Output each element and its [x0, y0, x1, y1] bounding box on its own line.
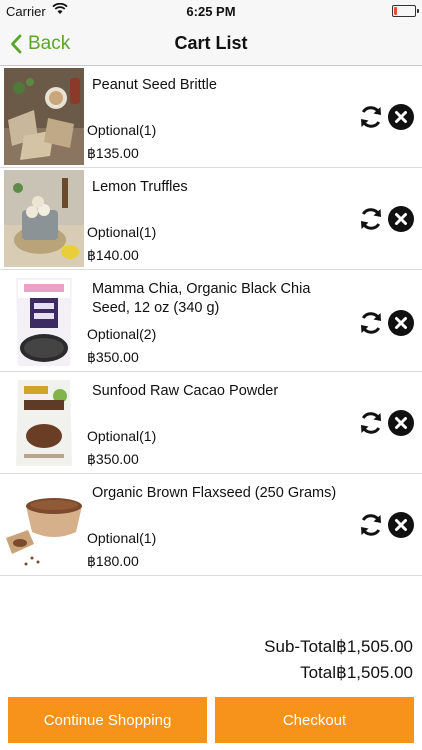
cart-list: Peanut Seed Brittle Optional(1) ฿135.00: [0, 66, 422, 576]
chia-seed-bag-photo[interactable]: [4, 272, 84, 369]
subtotal-value: ฿1,505.00: [336, 637, 413, 656]
item-option: Optional(1): [87, 122, 157, 138]
close-icon[interactable]: [388, 512, 414, 538]
navigation-bar: Back Cart List: [0, 22, 422, 66]
close-icon[interactable]: [388, 104, 414, 130]
page-title: Cart List: [174, 33, 248, 53]
status-time: 6:25 PM: [186, 4, 236, 19]
cart-item-row: Sunfood Raw Cacao Powder Optional(1) ฿35…: [0, 372, 422, 474]
lemon-truffles-photo[interactable]: [4, 170, 84, 267]
item-name: Mamma Chia, Organic Black Chia Seed, 12 …: [92, 281, 311, 316]
cart-item-row: Organic Brown Flaxseed (250 Grams) Optio…: [0, 474, 422, 576]
close-icon[interactable]: [388, 206, 414, 232]
total-line: Total฿1,505.00: [264, 663, 413, 689]
item-price: ฿140.00: [87, 247, 139, 263]
close-icon[interactable]: [388, 410, 414, 436]
item-price: ฿350.00: [87, 451, 139, 467]
refresh-icon[interactable]: [358, 410, 384, 436]
total-label: Total: [300, 663, 336, 682]
item-name: Sunfood Raw Cacao Powder: [92, 383, 279, 399]
item-name: Lemon Truffles: [92, 179, 188, 195]
status-bar: Carrier 6:25 PM: [0, 0, 422, 22]
checkout-button[interactable]: Checkout: [215, 697, 414, 743]
continue-shopping-button[interactable]: Continue Shopping: [8, 697, 207, 743]
order-totals: Sub-Total฿1,505.00 Total฿1,505.00: [264, 637, 413, 689]
refresh-icon[interactable]: [358, 206, 384, 232]
item-option: Optional(1): [87, 224, 157, 240]
subtotal-line: Sub-Total฿1,505.00: [264, 637, 413, 663]
item-name: Organic Brown Flaxseed (250 Grams): [92, 485, 337, 501]
cart-item-row: Lemon Truffles Optional(1) ฿140.00: [0, 168, 422, 270]
battery-level: [394, 7, 397, 15]
cart-item-row: Peanut Seed Brittle Optional(1) ฿135.00: [0, 66, 422, 168]
close-icon[interactable]: [388, 310, 414, 336]
battery-icon: [392, 5, 419, 17]
refresh-icon[interactable]: [358, 310, 384, 336]
item-price: ฿135.00: [87, 145, 139, 161]
item-option: Optional(2): [87, 326, 157, 342]
item-name: Peanut Seed Brittle: [92, 77, 217, 93]
item-option: Optional(1): [87, 428, 157, 444]
item-price: ฿180.00: [87, 553, 139, 569]
peanut-brittle-photo[interactable]: [4, 68, 84, 165]
refresh-icon[interactable]: [358, 512, 384, 538]
total-value: ฿1,505.00: [336, 663, 413, 682]
refresh-icon[interactable]: [358, 104, 384, 130]
cacao-powder-bag-photo[interactable]: [4, 374, 84, 471]
item-option: Optional(1): [87, 530, 157, 546]
flaxseed-bowl-photo[interactable]: [4, 476, 84, 573]
item-price: ฿350.00: [87, 349, 139, 365]
cart-item-row: Mamma Chia, Organic Black Chia Seed, 12 …: [0, 270, 422, 372]
subtotal-label: Sub-Total: [264, 637, 336, 656]
